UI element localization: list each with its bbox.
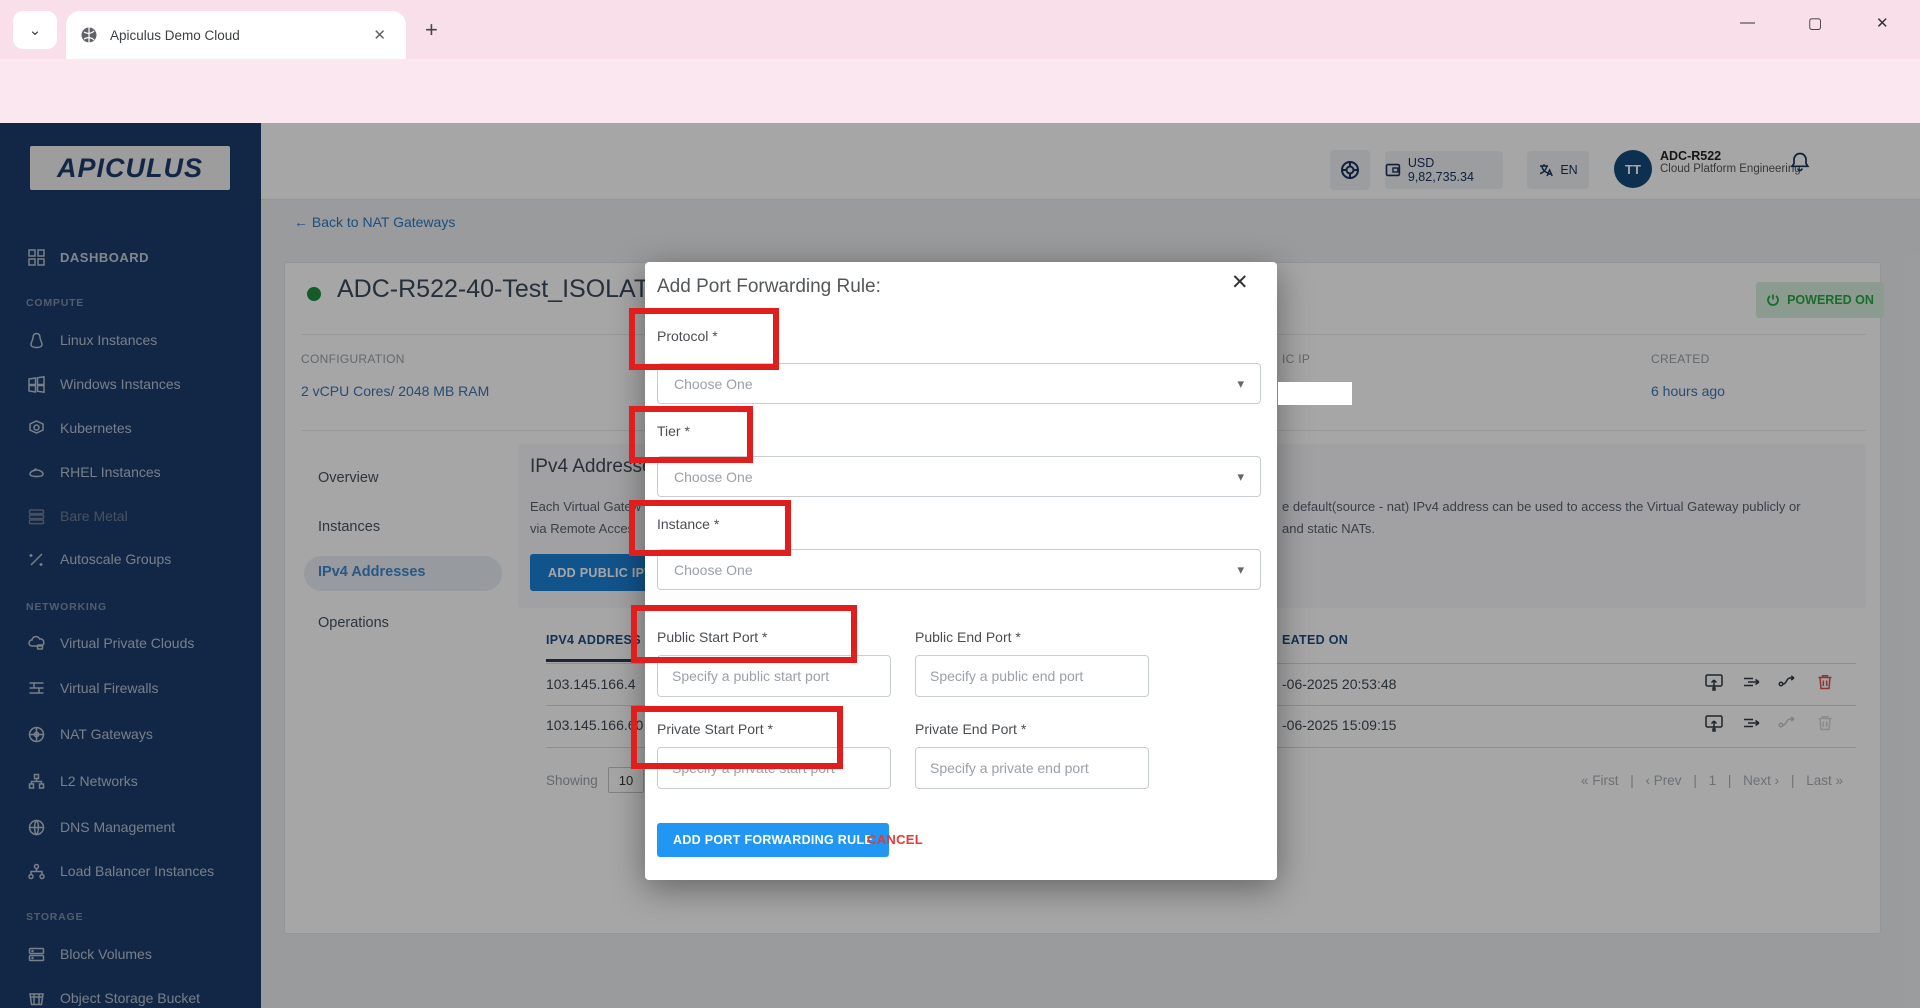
redaction-box-public-ip (1278, 382, 1352, 405)
chevron-down-icon: ▾ (1237, 469, 1244, 485)
public-end-port-input[interactable] (915, 655, 1149, 697)
cancel-button[interactable]: CANCEL (861, 831, 929, 848)
browser-toolbar: ← → ⟳ try.apiculus.io/site/#/detail-publ… (0, 59, 1920, 123)
screen: ⌄ Apiculus Demo Cloud ✕ + — ▢ ✕ ← → ⟳ tr… (0, 0, 1920, 1008)
chevron-down-icon: ▾ (1237, 562, 1244, 578)
private-end-port-label: Private End Port * (915, 721, 1026, 737)
window-close-button[interactable]: ✕ (1876, 14, 1889, 32)
annotation-box-protocol (629, 308, 779, 370)
tab-search-chevron-button[interactable]: ⌄ (13, 11, 57, 49)
window-maximize-button[interactable]: ▢ (1808, 14, 1822, 32)
new-tab-button[interactable]: + (425, 17, 438, 43)
window-minimize-button[interactable]: — (1740, 14, 1755, 31)
private-end-port-input[interactable] (915, 747, 1149, 789)
add-port-forwarding-rule-button[interactable]: ADD PORT FORWARDING RULE (657, 823, 889, 857)
annotation-box-private-start-port (631, 706, 843, 769)
chevron-down-icon: ⌄ (29, 21, 42, 39)
tab-title: Apiculus Demo Cloud (110, 28, 367, 43)
public-end-port-label: Public End Port * (915, 629, 1021, 645)
favicon-globe-icon (80, 26, 98, 44)
browser-tab-strip: ⌄ Apiculus Demo Cloud ✕ + — ▢ ✕ (0, 0, 1920, 59)
annotation-box-instance (629, 500, 791, 556)
chevron-down-icon: ▾ (1237, 376, 1244, 392)
modal-title: Add Port Forwarding Rule: (657, 276, 881, 298)
modal-close-icon[interactable]: ✕ (1231, 270, 1249, 295)
tab-close-icon[interactable]: ✕ (367, 24, 392, 46)
browser-tab[interactable]: Apiculus Demo Cloud ✕ (66, 11, 406, 59)
annotation-box-tier (629, 406, 753, 463)
annotation-box-public-start-port (631, 605, 857, 663)
